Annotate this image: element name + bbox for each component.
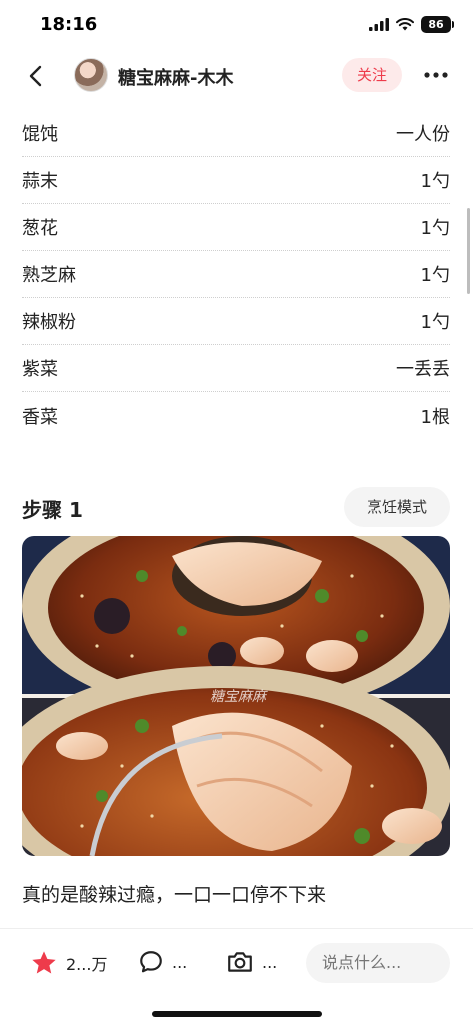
ingredient-quantity: 1勺: [420, 218, 450, 239]
back-icon[interactable]: [22, 64, 50, 88]
ingredient-row: 辣椒粉 1勺: [22, 298, 450, 345]
like-button[interactable]: 2...万: [30, 949, 107, 977]
ingredient-name: 香菜: [22, 406, 58, 428]
ingredient-name: 葱花: [22, 218, 58, 239]
camera-icon: [228, 952, 252, 972]
recipe-page: 18:16 86 糖宝麻麻-木木 关注 馄饨 一人份 蒜末 1勺 葱花 1勺 熟…: [0, 0, 473, 1024]
ingredient-row: 紫菜 一丢丢: [22, 345, 450, 392]
status-icons: 86: [369, 16, 454, 33]
ingredient-name: 蒜末: [22, 171, 58, 192]
comment-count: ...: [172, 952, 188, 972]
step-title: 步骤 1: [22, 498, 83, 522]
scroll-indicator[interactable]: [467, 208, 470, 294]
ingredient-quantity: 1勺: [420, 171, 450, 192]
author-avatar[interactable]: [74, 58, 108, 92]
step-description: 真的是酸辣过瘾，一口一口停不下来: [22, 884, 327, 906]
ingredient-name: 馄饨: [22, 124, 58, 145]
step-photo[interactable]: 糖宝麻麻: [22, 536, 450, 856]
ingredient-row: 熟芝麻 1勺: [22, 251, 450, 298]
comment-input[interactable]: [306, 943, 450, 983]
nav-header: 糖宝麻麻-木木 关注: [0, 52, 473, 100]
ingredient-row: 蒜末 1勺: [22, 157, 450, 204]
ingredient-quantity: 一人份: [396, 124, 450, 145]
ingredient-row: 馄饨 一人份: [22, 110, 450, 157]
ingredient-quantity: 一丢丢: [396, 359, 450, 380]
star-icon: [32, 951, 56, 974]
cooking-mode-button[interactable]: 烹饪模式: [344, 487, 450, 527]
ingredient-quantity: 1根: [420, 406, 450, 428]
photo-button[interactable]: ...: [226, 949, 277, 975]
status-time: 18:16: [40, 14, 98, 35]
photo-watermark: 糖宝麻麻: [210, 689, 266, 705]
comment-button[interactable]: ...: [138, 949, 187, 975]
photo-count: ...: [262, 952, 278, 972]
ingredient-row: 香菜 1根: [22, 392, 450, 439]
ingredient-name: 熟芝麻: [22, 265, 76, 286]
ingredient-quantity: 1勺: [420, 265, 450, 286]
ingredient-row: 葱花 1勺: [22, 204, 450, 251]
ingredient-name: 辣椒粉: [22, 312, 76, 333]
home-indicator: [152, 1011, 322, 1017]
status-bar: 18:16 86: [0, 0, 473, 48]
ingredient-list: 馄饨 一人份 蒜末 1勺 葱花 1勺 熟芝麻 1勺 辣椒粉 1勺 紫菜 一丢丢 …: [22, 110, 450, 439]
follow-button[interactable]: 关注: [342, 58, 402, 92]
cellular-signal-icon: [369, 18, 389, 31]
like-count: 2...万: [66, 955, 108, 974]
ingredient-name: 紫菜: [22, 359, 58, 380]
battery-indicator: 86: [421, 16, 454, 33]
ingredient-quantity: 1勺: [420, 312, 450, 333]
author-name[interactable]: 糖宝麻麻-木木: [118, 64, 233, 90]
wifi-icon: [396, 18, 414, 31]
comment-bubble-icon: [140, 951, 162, 973]
bottom-action-bar: 2...万 ... ...: [0, 928, 473, 1024]
more-icon[interactable]: [422, 62, 450, 88]
